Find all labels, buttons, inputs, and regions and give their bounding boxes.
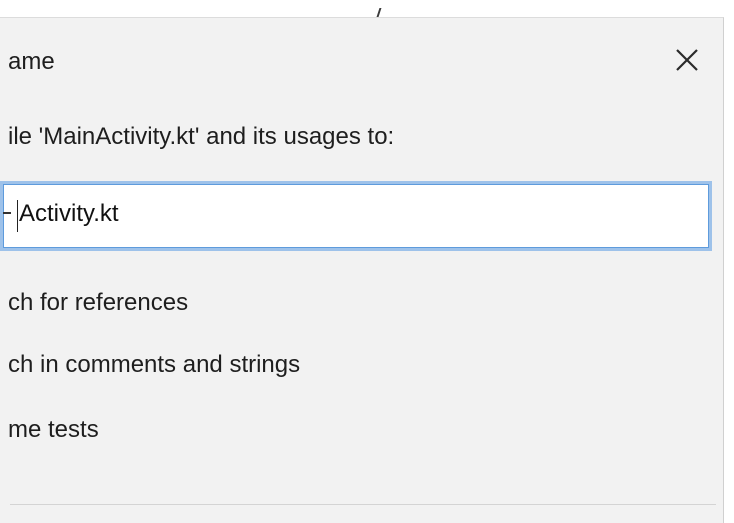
clipped-glyph — [3, 212, 11, 214]
close-icon — [676, 49, 698, 71]
rename-tests-option[interactable]: me tests — [8, 416, 99, 444]
search-references-option[interactable]: ch for references — [8, 289, 188, 317]
rename-dialog: ame ile 'MainActivity.kt' and its usages… — [0, 17, 724, 523]
window-edge-mark — [376, 8, 382, 17]
close-button[interactable] — [668, 41, 706, 79]
text-caret — [17, 200, 18, 232]
new-name-value: Activity.kt — [19, 200, 119, 227]
search-comments-strings-option[interactable]: ch in comments and strings — [8, 351, 300, 379]
dialog-title: ame — [8, 48, 55, 75]
rename-prompt: ile 'MainActivity.kt' and its usages to: — [8, 123, 395, 150]
new-name-input[interactable]: Activity.kt — [0, 181, 712, 251]
footer-divider — [10, 504, 716, 505]
